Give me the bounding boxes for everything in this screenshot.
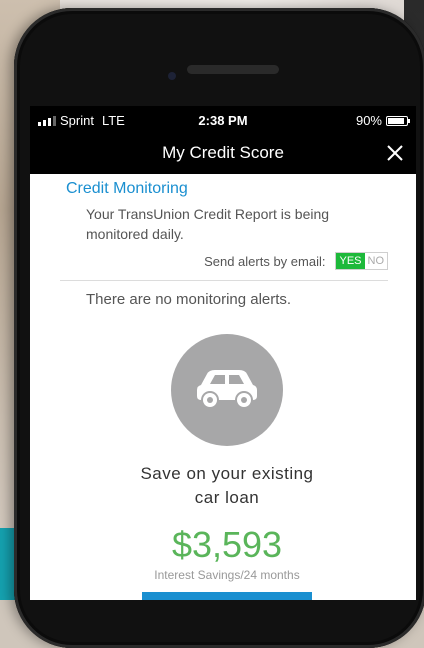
promo-title: Save on your existing car loan [66, 462, 388, 510]
no-alerts-message: There are no monitoring alerts. [86, 291, 292, 308]
close-icon [387, 145, 403, 161]
car-icon [197, 370, 257, 409]
email-alerts-row: Send alerts by email: YES NO [60, 252, 388, 281]
phone-screen: Sprint LTE 2:38 PM 90% My Credit Score C… [30, 106, 416, 600]
email-alerts-toggle[interactable]: YES NO [335, 252, 388, 270]
phone-speaker [187, 65, 279, 74]
toggle-no[interactable]: NO [365, 253, 388, 269]
section-title-credit-monitoring[interactable]: Credit Monitoring [66, 180, 388, 198]
learn-more-button[interactable]: Learn More [142, 592, 312, 600]
status-bar: Sprint LTE 2:38 PM 90% [30, 106, 416, 134]
toggle-yes[interactable]: YES [336, 253, 365, 269]
car-icon-circle [171, 334, 283, 446]
phone-camera [168, 72, 176, 80]
page-title: My Credit Score [162, 143, 284, 162]
nav-bar: My Credit Score [30, 134, 416, 174]
status-right: 90% [355, 113, 410, 128]
promo-savings-amount: $3,593 [171, 524, 283, 565]
main-content: Credit Monitoring Your TransUnion Credit… [30, 180, 416, 600]
battery-percent: 90% [355, 113, 382, 128]
promo-savings-subtitle: Interest Savings/24 months [154, 568, 300, 582]
battery-icon [386, 115, 410, 126]
promo-title-line1: Save on your existing [140, 464, 314, 483]
monitoring-description: Your TransUnion Credit Report is being m… [86, 206, 330, 242]
email-alerts-label: Send alerts by email: [204, 253, 326, 269]
close-button[interactable] [382, 140, 408, 166]
promo-title-line2: car loan [194, 488, 260, 507]
